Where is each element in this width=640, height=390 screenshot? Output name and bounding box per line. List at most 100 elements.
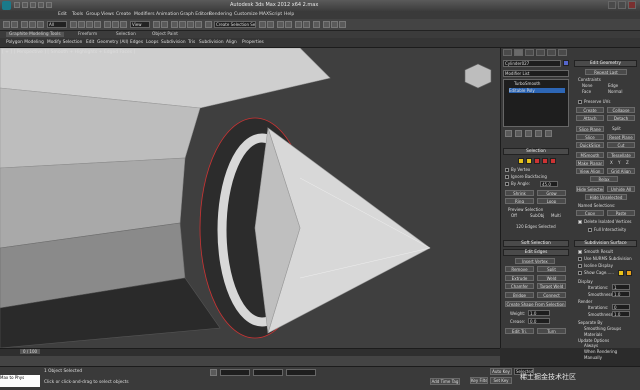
remove-modifier-icon[interactable] [535,130,542,137]
edit-edges-rollout-header[interactable]: Edit Edges [503,249,569,256]
create-shape-button[interactable]: Create Shape From Selection [505,301,566,307]
full-interactivity-checkbox[interactable] [588,228,592,232]
menu-modifiers[interactable]: Modifiers [134,12,155,17]
copy-button[interactable]: Copy [576,210,604,216]
menu-graph-editors[interactable]: Graph Editors [180,12,211,17]
smoothing-groups-checkbox[interactable]: Smoothing Groups [584,326,621,331]
z-coordinate-field[interactable] [286,369,316,376]
ribbon-loops[interactable]: Loops [146,40,159,45]
edit-named-selection-icon[interactable] [205,21,212,28]
app-logo-icon[interactable] [2,1,11,10]
cage-color-swatch[interactable] [618,270,624,276]
smoothness-spinner[interactable]: 1.0 [612,291,630,297]
ribbon-polygon-modeling[interactable]: Polygon Modeling [6,40,44,45]
menu-rendering[interactable]: Rendering [209,12,232,17]
menu-views[interactable]: Views [101,12,114,17]
split-checkbox[interactable]: Split [612,126,621,131]
window-crossing-icon[interactable] [94,21,101,28]
x-coordinate-field[interactable] [220,369,250,376]
cut-button[interactable]: Cut [607,142,635,148]
link-icon[interactable] [21,21,28,28]
pivot-center-icon[interactable] [153,21,160,28]
show-cage-checkbox[interactable] [578,271,582,275]
ribbon-properties[interactable]: Properties [242,40,264,45]
menu-create[interactable]: Create [116,12,131,17]
spinner-snap-icon[interactable] [195,21,202,28]
layer-manager-icon[interactable] [277,21,284,28]
scale-icon[interactable] [120,21,127,28]
ribbon-subdivision[interactable]: Subdivision [161,40,186,45]
detach-button[interactable]: Detach [607,115,635,121]
lock-selection-icon[interactable] [210,369,217,376]
unlink-icon[interactable] [29,21,36,28]
ribbon-modify-selection[interactable]: Modify Selection [47,40,82,45]
show-end-result-icon[interactable] [515,130,522,137]
perspective-viewport[interactable] [0,48,500,348]
preview-multi-radio[interactable]: Multi [551,213,561,218]
loop-button[interactable]: Loop [537,198,566,204]
material-editor-icon[interactable] [313,21,320,28]
y-coordinate-field[interactable] [253,369,283,376]
set-key-button[interactable]: Set Key [490,377,512,384]
align-icon[interactable] [267,21,274,28]
make-planar-button[interactable]: Make Planar [576,160,604,166]
subdivision-surface-rollout-header[interactable]: Subdivision Surface [574,240,637,247]
rect-selection-icon[interactable] [86,21,93,28]
edge-mode-icon[interactable] [526,158,532,164]
ribbon-subdivision-2[interactable]: Subdivision [199,40,224,45]
constraint-normal-radio[interactable]: Normal [608,89,622,94]
ribbon-align[interactable]: Align [226,40,237,45]
slice-button[interactable]: Slice [576,134,604,140]
isoline-display-checkbox[interactable] [578,264,582,268]
chamfer-button[interactable]: Chamfer [505,283,534,289]
menu-customize[interactable]: Customize [234,12,258,17]
tessellate-button[interactable]: Tessellate [607,152,635,158]
target-weld-button[interactable]: Target Weld [537,283,566,289]
tab-freeform[interactable]: Freeform [78,32,97,37]
modify-panel-tab-icon[interactable] [514,49,523,56]
ribbon-edges[interactable]: Edges [130,40,143,45]
reference-coordinate-dropdown[interactable]: View [130,21,150,28]
utilities-panel-tab-icon[interactable] [558,49,567,56]
soft-selection-rollout-header[interactable]: Soft Selection [503,240,569,247]
key-filters-button[interactable]: Key Filters... [470,377,488,384]
rendered-frame-icon[interactable] [331,21,338,28]
tab-graphite-modeling-tools[interactable]: Graphite Modeling Tools [6,32,64,37]
undo-icon[interactable] [38,2,44,8]
preserve-uvs-checkbox[interactable] [578,100,582,104]
make-unique-icon[interactable] [525,130,532,137]
menu-animation[interactable]: Animation [156,12,179,17]
select-manipulate-icon[interactable] [161,21,168,28]
msmooth-button[interactable]: MSmooth [576,152,604,158]
new-icon[interactable] [14,2,20,8]
slice-plane-button[interactable]: Slice Plane [576,126,604,132]
open-icon[interactable] [22,2,28,8]
by-vertex-checkbox[interactable] [505,168,509,172]
view-align-button[interactable]: View Align [576,168,604,174]
use-nurms-checkbox[interactable] [578,257,582,261]
by-angle-checkbox[interactable] [505,182,509,186]
move-icon[interactable] [104,21,111,28]
rotate-icon[interactable] [112,21,119,28]
hide-selected-button[interactable]: Hide Selected [576,186,604,192]
remove-button[interactable]: Remove [505,266,534,272]
select-object-icon[interactable] [70,21,77,28]
ribbon-tris[interactable]: Tris [188,40,195,45]
connect-button[interactable]: Connect [537,292,566,298]
add-time-tag-button[interactable]: Add Time Tag [430,378,460,385]
select-by-name-icon[interactable] [78,21,85,28]
ring-button[interactable]: Ring [505,198,534,204]
time-slider-frame[interactable]: 0 / 100 [20,349,41,354]
element-mode-icon[interactable] [550,158,556,164]
crease-spinner[interactable]: 0.0 [528,318,550,324]
modifier-list-dropdown[interactable]: Modifier List [503,70,569,77]
preview-off-radio[interactable]: Off [511,213,517,218]
insert-vertex-button[interactable]: Insert Vertex [515,258,555,264]
weld-button[interactable]: Weld [537,275,566,281]
object-color-swatch[interactable] [563,60,569,66]
border-mode-icon[interactable] [534,158,540,164]
close-button[interactable] [628,1,636,9]
selection-filter-dropdown[interactable]: All [47,21,67,28]
maxscript-listener-input[interactable]: Max to Phys [0,375,40,387]
display-panel-tab-icon[interactable] [547,49,556,56]
